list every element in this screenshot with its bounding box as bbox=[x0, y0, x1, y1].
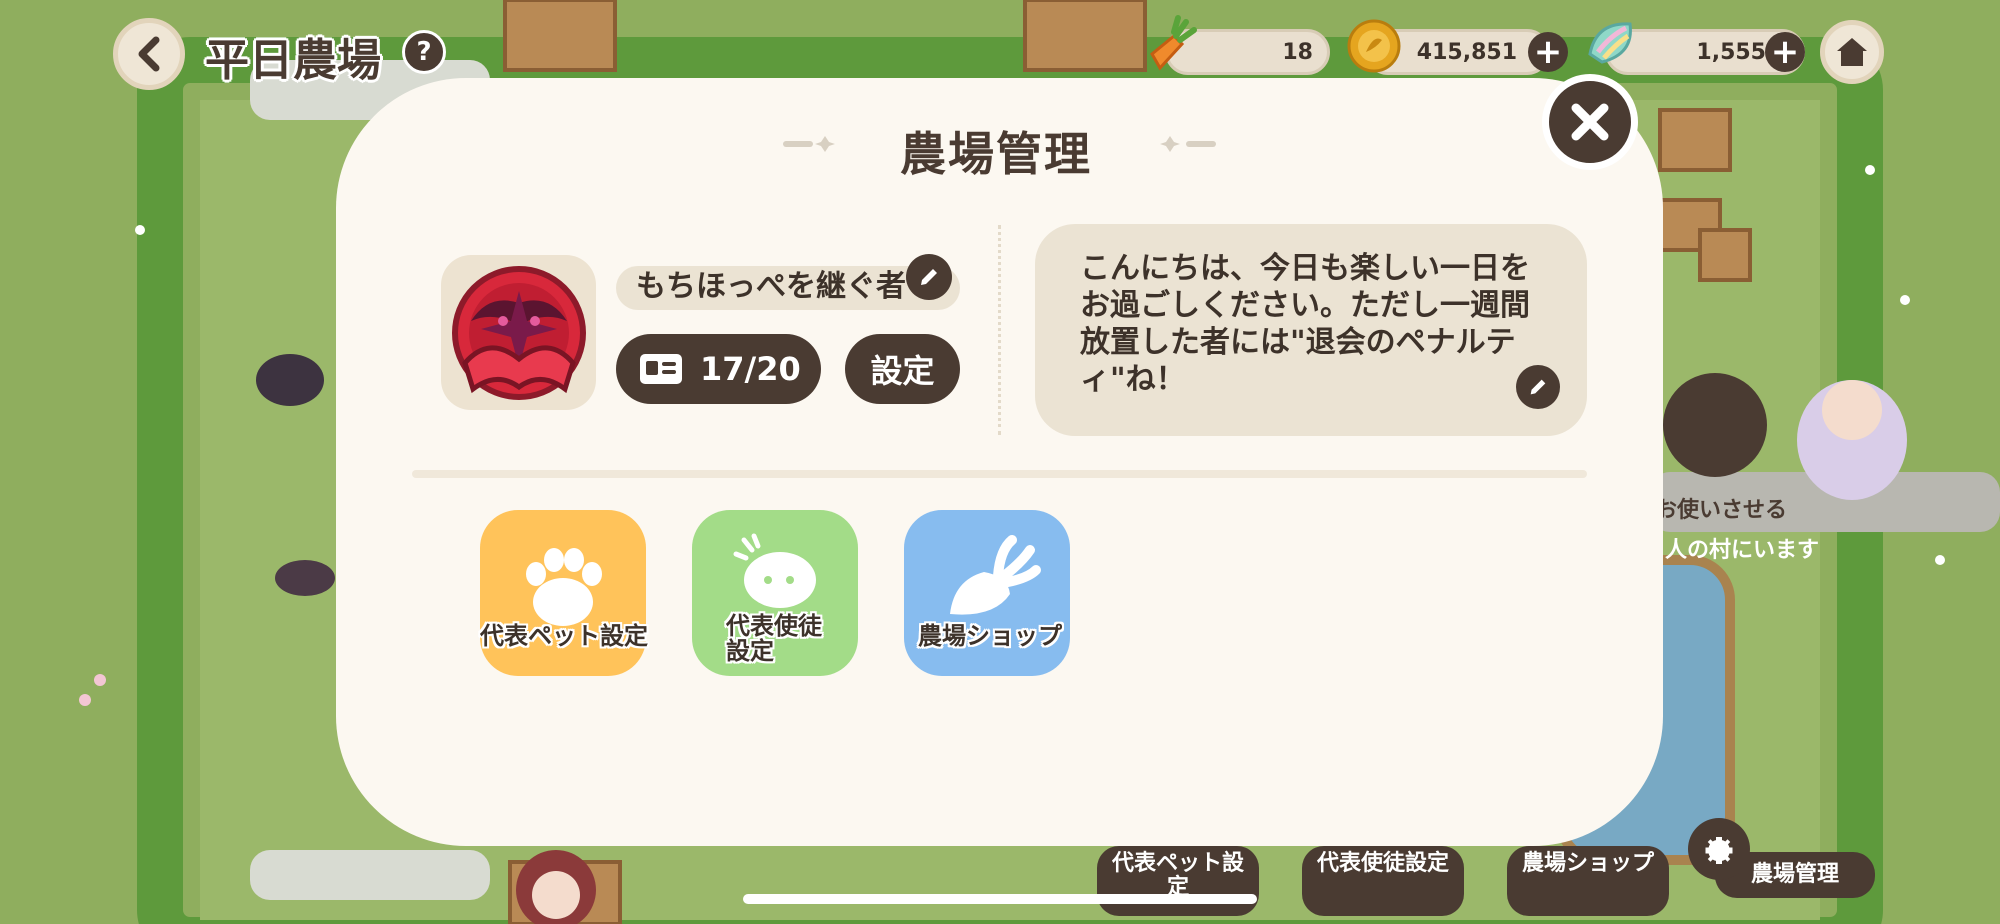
house-icon bbox=[1837, 38, 1867, 66]
title-deco-right bbox=[1160, 136, 1216, 152]
settings-button[interactable]: 設定 bbox=[845, 334, 960, 404]
gem-count: 1,555 bbox=[1696, 39, 1766, 65]
modal-title: 農場管理 bbox=[900, 127, 1092, 181]
carrot-count: 18 bbox=[1282, 39, 1313, 65]
emblem-icon bbox=[451, 265, 586, 400]
home-button[interactable] bbox=[1820, 20, 1884, 84]
home-indicator bbox=[743, 894, 1257, 904]
farm-message: こんにちは、今日も楽しい一日をお過ごしください。ただし一週間放置した者には"退会… bbox=[1080, 251, 1530, 397]
chevron-left-icon bbox=[138, 36, 160, 72]
farm-title: 平日農場 bbox=[205, 35, 381, 86]
paw-icon bbox=[526, 548, 602, 626]
pencil-icon bbox=[921, 269, 937, 285]
coin-icon bbox=[1347, 19, 1401, 73]
add-coin-button[interactable]: + bbox=[1528, 32, 1568, 72]
horizontal-divider bbox=[412, 470, 1587, 478]
pencil-icon bbox=[1530, 379, 1546, 395]
add-gem-button[interactable]: + bbox=[1765, 32, 1805, 72]
farm-name: もちほっぺを継ぐ者 bbox=[636, 269, 906, 304]
coin-count: 415,851 bbox=[1416, 39, 1517, 65]
farm-shop-button[interactable] bbox=[904, 510, 1070, 676]
radish-icon bbox=[950, 535, 1041, 615]
background-village-text: 人の村にいます bbox=[1665, 538, 1820, 563]
back-button[interactable] bbox=[113, 18, 185, 90]
id-card-icon bbox=[640, 354, 682, 384]
title-deco-left bbox=[783, 136, 835, 152]
representative-pet-label: 代表ペット設定 bbox=[480, 622, 648, 650]
farm-management-modal bbox=[336, 78, 1663, 846]
bg-menu-pet: 代表ペット設定 bbox=[1097, 846, 1259, 916]
edit-message-button[interactable] bbox=[1516, 365, 1560, 409]
close-icon bbox=[1571, 103, 1609, 141]
member-count: 17/20 bbox=[700, 350, 801, 388]
farm-emblem[interactable] bbox=[441, 255, 596, 410]
members-button[interactable]: 17/20 bbox=[616, 334, 821, 404]
vertical-divider bbox=[998, 225, 1001, 435]
representative-pet-button[interactable] bbox=[480, 510, 646, 676]
close-button[interactable] bbox=[1542, 74, 1638, 170]
edit-name-button[interactable] bbox=[906, 254, 952, 300]
background-banner-text: お使いさせる bbox=[1655, 498, 1788, 523]
help-icon[interactable]: ? bbox=[402, 30, 446, 74]
gear-icon bbox=[1688, 818, 1750, 880]
rainbow-leaf-icon bbox=[1588, 22, 1632, 64]
carrot-icon bbox=[1150, 15, 1197, 71]
bg-menu-shop: 農場ショップ bbox=[1507, 846, 1669, 916]
farm-shop-label: 農場ショップ bbox=[918, 622, 1062, 650]
representative-apostle-label: 代表使徒設定 bbox=[726, 612, 822, 665]
bg-menu-apostle: 代表使徒設定 bbox=[1302, 846, 1464, 916]
